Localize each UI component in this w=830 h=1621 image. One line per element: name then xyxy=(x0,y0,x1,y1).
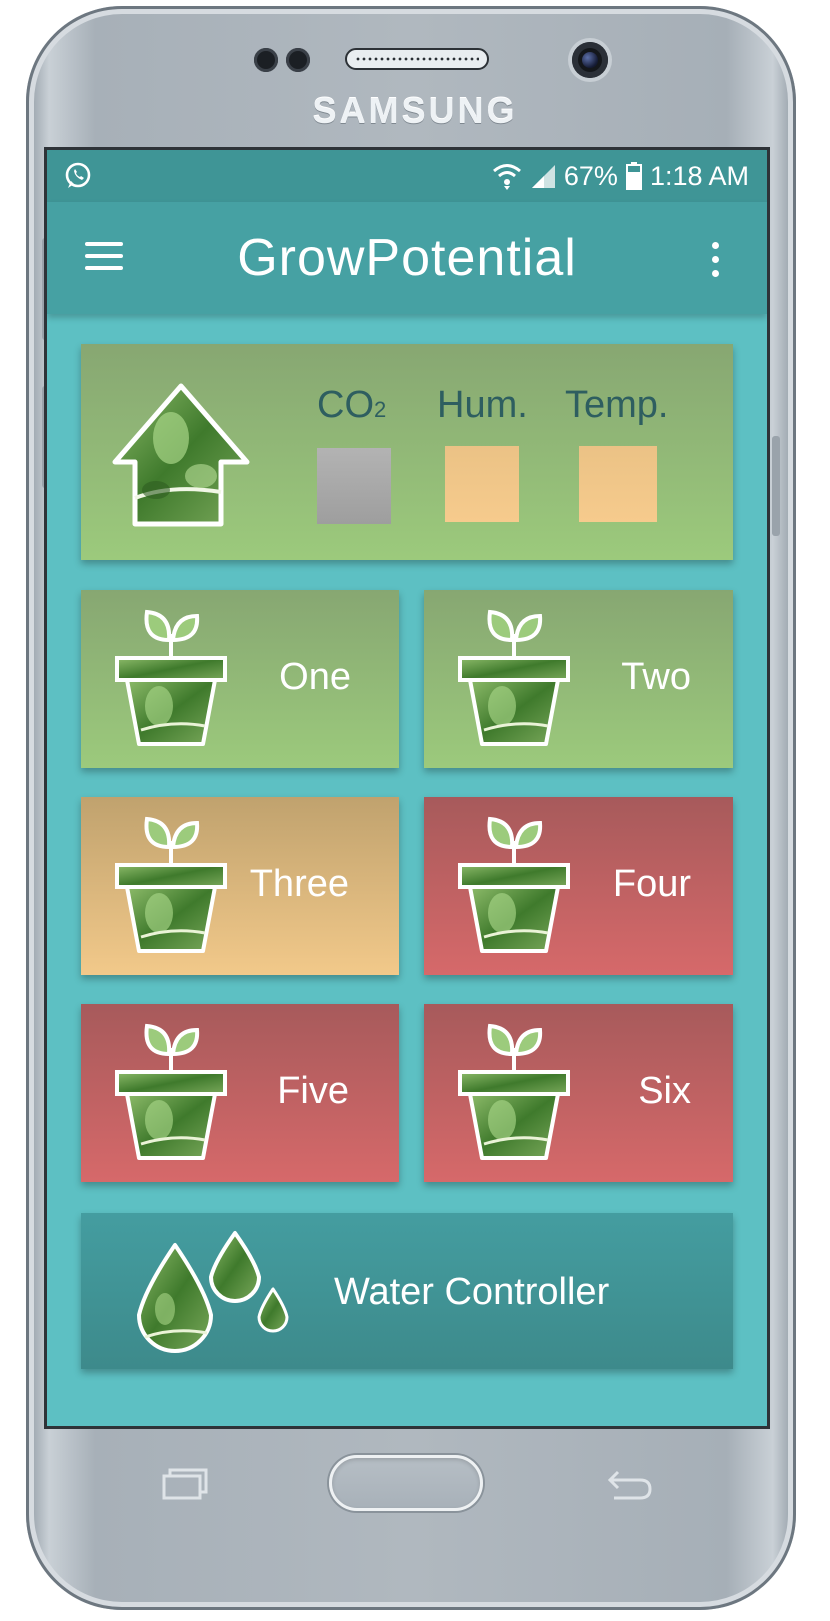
plant-label: Two xyxy=(621,656,691,698)
temperature-label: Temp. xyxy=(565,384,669,426)
home-button[interactable] xyxy=(329,1455,483,1511)
light-sensor xyxy=(286,48,310,72)
proximity-sensor xyxy=(254,48,278,72)
humidity-status-indicator xyxy=(445,446,519,522)
front-camera xyxy=(572,42,608,78)
plant-card-three[interactable]: Three xyxy=(81,797,399,975)
device-brand: SAMSUNG xyxy=(312,90,518,131)
temperature-status-indicator xyxy=(579,446,657,522)
wifi-icon xyxy=(492,164,521,190)
plant-pot-icon xyxy=(115,1023,227,1160)
plant-pot-icon xyxy=(458,609,570,746)
plant-card-five[interactable]: Five xyxy=(81,1004,399,1182)
water-controller-label: Water Controller xyxy=(334,1271,610,1313)
more-options-icon[interactable] xyxy=(705,240,725,280)
greenhouse-icon xyxy=(112,383,250,527)
plant-card-six[interactable]: Six xyxy=(424,1004,733,1182)
battery-icon xyxy=(625,162,642,190)
plant-label: Five xyxy=(277,1070,349,1112)
plant-card-one[interactable]: One xyxy=(81,590,399,768)
clock: 1:18 AM xyxy=(649,160,749,191)
plant-label: One xyxy=(279,656,351,698)
whatsapp-icon xyxy=(65,162,91,188)
plant-pot-icon xyxy=(458,1023,570,1160)
humidity-label: Hum. xyxy=(437,384,528,426)
app-title: GrowPotential xyxy=(237,229,577,287)
app-bar: GrowPotential xyxy=(47,202,767,314)
co2-label: CO2 xyxy=(317,384,387,426)
plant-label: Six xyxy=(638,1070,691,1112)
co2-status-indicator xyxy=(317,448,391,524)
plant-label: Four xyxy=(612,863,691,905)
plant-pot-icon xyxy=(115,609,227,746)
water-controller-card[interactable]: Water Controller xyxy=(81,1213,733,1369)
status-bar: 67% 1:18 AM xyxy=(47,150,767,202)
water-drops-icon xyxy=(137,1231,289,1353)
environment-card[interactable]: CO2 Hum. Temp. xyxy=(81,344,733,560)
plant-pot-icon xyxy=(458,816,570,953)
plant-label: Three xyxy=(249,863,349,905)
signal-icon xyxy=(531,165,555,188)
battery-percent: 67% xyxy=(563,160,618,191)
plant-card-four[interactable]: Four xyxy=(424,797,733,975)
power-button xyxy=(772,436,780,536)
recent-apps-icon[interactable] xyxy=(162,1466,210,1500)
earpiece-speaker xyxy=(345,48,489,70)
back-icon[interactable] xyxy=(606,1468,654,1502)
plant-card-two[interactable]: Two xyxy=(424,590,733,768)
app-screen: 67% 1:18 AM GrowPotential CO2 Hum. Temp.… xyxy=(47,150,767,1426)
plant-pot-icon xyxy=(115,816,227,953)
